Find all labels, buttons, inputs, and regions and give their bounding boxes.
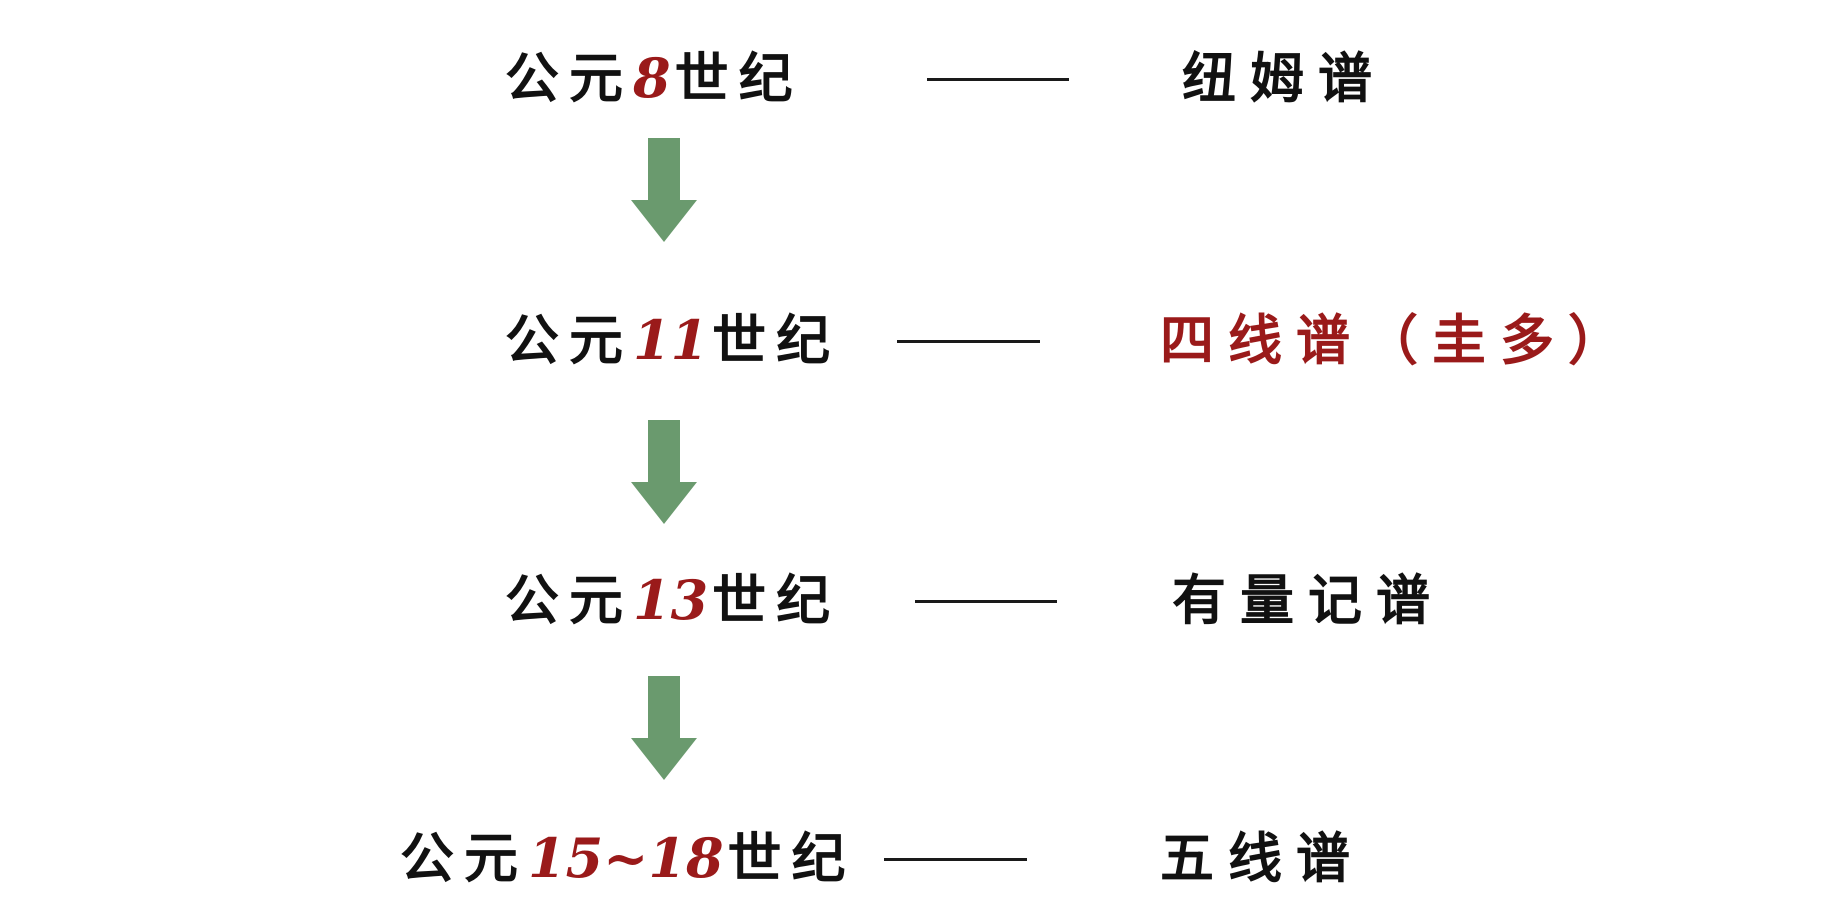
down-arrow-icon: [629, 138, 699, 242]
era-label: 公元8世纪: [505, 38, 803, 118]
era-label: 公元11世纪: [505, 300, 840, 380]
timeline-row-3: 公元13世纪 有量记谱: [0, 560, 1837, 640]
era-prefix: 公元: [505, 308, 633, 372]
notation-label: 纽姆谱: [1182, 46, 1386, 110]
era-suffix: 世纪: [674, 46, 803, 110]
notation-label: 四线谱（圭多）: [1160, 308, 1636, 372]
connector-dash: [884, 858, 1027, 861]
era-century-number: 11: [633, 308, 709, 372]
connector-dash: [897, 340, 1040, 343]
notation-label: 有量记谱: [1172, 568, 1444, 632]
era-prefix: 公元: [505, 46, 633, 110]
down-arrow-icon: [629, 420, 699, 524]
connector-dash: [915, 600, 1057, 603]
era-century-number: 13: [633, 568, 709, 632]
down-arrow-icon: [629, 676, 699, 780]
era-suffix: 世纪: [712, 308, 841, 372]
era-century-number: 8: [633, 46, 671, 110]
timeline-row-1: 公元8世纪 纽姆谱: [0, 38, 1837, 118]
era-label: 公元13世纪: [505, 560, 840, 640]
era-suffix: 世纪: [712, 568, 841, 632]
notation-label: 五线谱: [1160, 826, 1364, 890]
era-prefix: 公元: [505, 568, 633, 632]
era-suffix: 世纪: [727, 826, 856, 890]
era-century-number: 15~18: [528, 826, 724, 890]
connector-dash: [927, 78, 1069, 81]
era-label: 公元15~18世纪: [400, 818, 856, 898]
era-prefix: 公元: [400, 826, 528, 890]
timeline-row-2: 公元11世纪 四线谱（圭多）: [0, 300, 1837, 380]
timeline-row-4: 公元15~18世纪 五线谱: [0, 818, 1837, 898]
